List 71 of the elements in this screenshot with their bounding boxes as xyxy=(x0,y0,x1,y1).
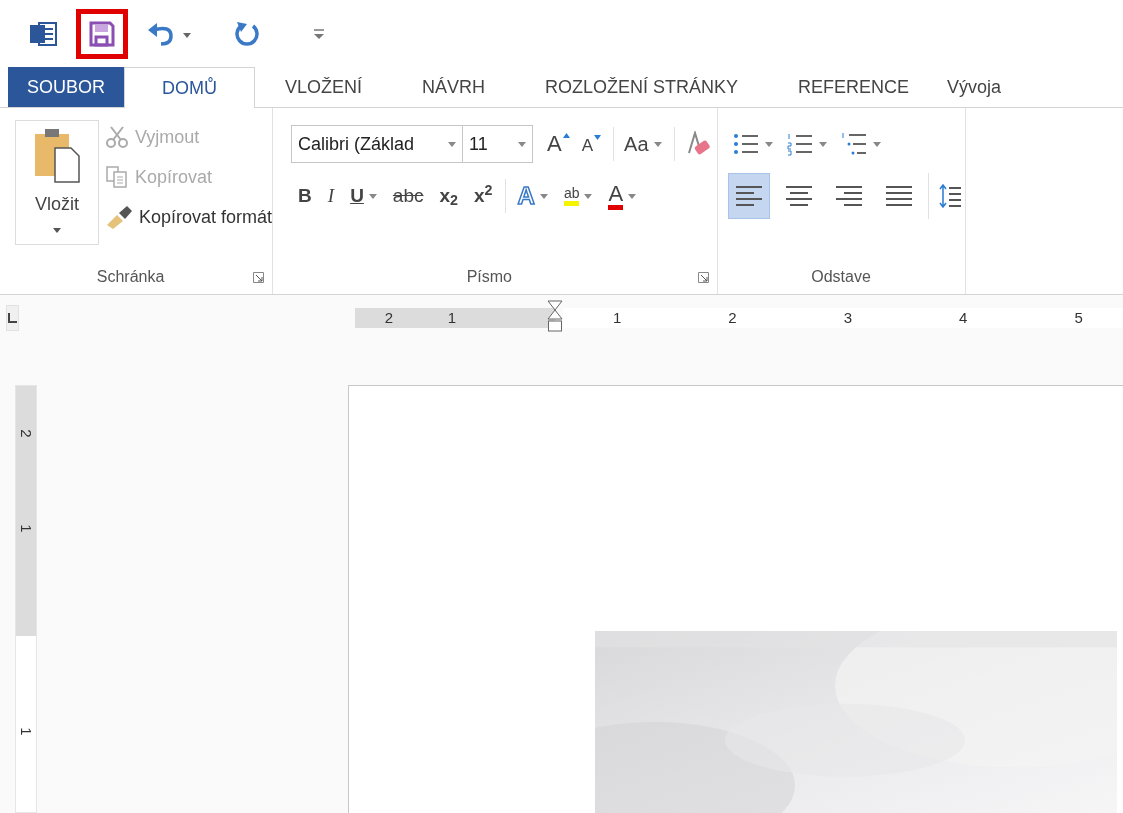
group-label: Schránka xyxy=(95,267,166,287)
ruler-number: 1 xyxy=(18,524,34,533)
ribbon-tab[interactable]: ROZLOŽENÍ STRÁNKY xyxy=(515,67,769,107)
caret-icon xyxy=(818,141,827,147)
italic-button[interactable]: I xyxy=(320,179,342,213)
up-triangle-icon xyxy=(562,133,570,138)
caret-icon xyxy=(764,141,773,147)
ribbon-tab[interactable]: VLOŽENÍ xyxy=(255,67,393,107)
caret-icon xyxy=(653,142,662,147)
caret-icon xyxy=(368,193,377,199)
line-spacing-icon xyxy=(938,183,961,209)
ruler-number: 2 xyxy=(383,310,393,325)
clipboard-command[interactable]: Kopírovat formát xyxy=(105,200,273,234)
group-label: Odstave xyxy=(810,267,872,287)
caret-icon xyxy=(518,141,527,147)
text-effects-button[interactable]: A xyxy=(507,179,555,213)
font-name-field[interactable]: Calibri (Základ xyxy=(291,125,464,163)
font-size-field[interactable]: 11 xyxy=(463,125,534,163)
customize-icon xyxy=(313,28,325,40)
numbered-list-icon xyxy=(786,132,813,156)
dialog-launcher-icon xyxy=(253,271,265,283)
ribbon-tab[interactable]: DOMŮ xyxy=(124,67,255,108)
alignment-icon xyxy=(733,184,764,208)
underline-button[interactable]: U xyxy=(343,179,384,213)
ruler-number: 2 xyxy=(728,310,737,325)
align-left-button[interactable] xyxy=(727,173,770,219)
ruler-number: 5 xyxy=(1074,310,1083,325)
copy-icon xyxy=(105,165,129,189)
font-color-button[interactable]: A xyxy=(601,179,644,213)
down-triangle-icon xyxy=(594,135,602,140)
ruler-number: 2 xyxy=(18,429,34,438)
clipboard-icon xyxy=(33,128,81,184)
bold-button[interactable]: B xyxy=(291,179,319,213)
alignment-icon xyxy=(883,184,914,208)
shrink-font-button[interactable]: A xyxy=(575,127,615,161)
caret-icon xyxy=(448,141,457,147)
bullet-list-icon xyxy=(732,132,759,156)
redo-icon xyxy=(233,20,261,48)
caret-icon xyxy=(628,193,637,199)
dialog-launcher-icon xyxy=(697,271,709,283)
ruler-number: 1 xyxy=(613,310,622,325)
tab-selector-button[interactable] xyxy=(6,304,19,331)
left-tab-icon xyxy=(7,312,18,323)
strikethrough-button[interactable]: abc xyxy=(385,179,431,213)
caret-icon xyxy=(539,193,548,199)
file-tab[interactable]: SOUBOR xyxy=(8,67,124,107)
alignment-icon xyxy=(783,184,814,208)
paintbrush-icon xyxy=(105,205,133,229)
ruler-number: 1 xyxy=(18,727,34,736)
ribbon-tab[interactable]: REFERENCE xyxy=(768,67,940,107)
caret-icon xyxy=(872,141,881,147)
superscript-button[interactable]: x$^{2}$ xyxy=(467,179,506,213)
ribbon-tab[interactable]: NÁVRH xyxy=(392,67,516,107)
grow-font-button[interactable]: A xyxy=(541,127,576,161)
ribbon-tab[interactable]: Vývoja xyxy=(939,67,1002,107)
caret-icon xyxy=(53,228,61,233)
save-button[interactable] xyxy=(76,9,128,59)
undo-icon xyxy=(147,21,193,47)
ruler-number: 3 xyxy=(843,310,853,325)
ruler-number: 1 xyxy=(446,310,456,325)
scissors-icon xyxy=(105,125,129,149)
change-case-button[interactable]: Aa xyxy=(614,127,675,161)
highlight-button[interactable]: ab xyxy=(556,179,600,213)
alignment-icon xyxy=(833,184,864,208)
document-icon xyxy=(29,20,57,48)
paste-button[interactable]: Vložit xyxy=(15,120,99,245)
caret-icon xyxy=(584,193,593,199)
ruler-number: 4 xyxy=(959,310,968,325)
multilevel-list-icon xyxy=(840,132,867,156)
group-label: Písmo xyxy=(465,267,513,287)
subscript-button[interactable]: x$_{2}$ xyxy=(432,179,465,213)
